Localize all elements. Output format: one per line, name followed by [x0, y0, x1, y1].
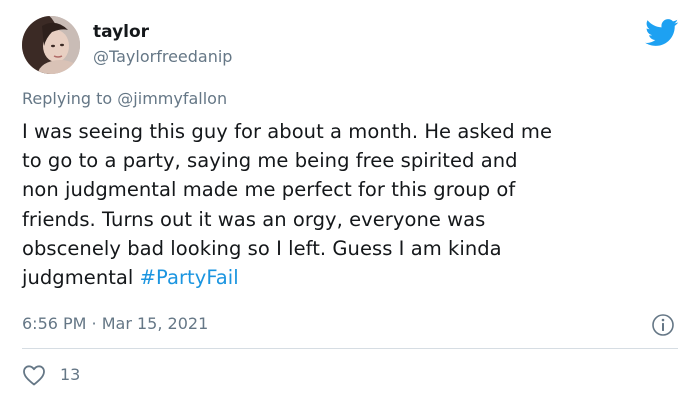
- divider: [22, 348, 678, 349]
- like-count: 13: [60, 365, 81, 384]
- user-handle[interactable]: @Taylorfreedanip: [93, 47, 232, 67]
- twitter-bird-icon[interactable]: [645, 19, 679, 47]
- avatar[interactable]: [22, 16, 80, 74]
- info-icon[interactable]: [651, 313, 675, 337]
- timestamp[interactable]: 6:56 PM · Mar 15, 2021: [22, 313, 208, 335]
- tweet-card: taylor @Taylorfreedanip Replying to @jim…: [0, 0, 700, 402]
- tweet-body: I was seeing this guy for about a month.…: [22, 120, 553, 290]
- tweet-text: I was seeing this guy for about a month.…: [22, 117, 682, 292]
- profile-photo: [22, 16, 80, 74]
- replying-to: Replying to @jimmyfallon: [22, 88, 227, 110]
- heart-icon[interactable]: [22, 364, 46, 386]
- reply-mention-link[interactable]: @jimmyfallon: [117, 89, 227, 108]
- replying-to-label: Replying to: [22, 89, 113, 108]
- display-name[interactable]: taylor: [93, 22, 149, 42]
- hashtag-link[interactable]: #PartyFail: [140, 266, 239, 289]
